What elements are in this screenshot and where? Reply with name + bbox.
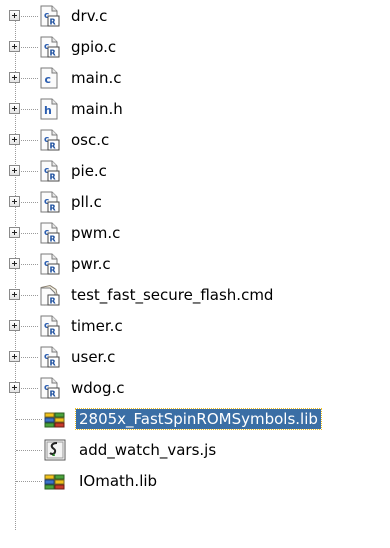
svg-text:R: R [50, 18, 56, 27]
project-file-tree: c R drv.c c R gpio.c c main.c h main.h c R osc.c c R pi… [0, 0, 390, 548]
tree-item[interactable]: c R user.c [0, 342, 390, 372]
tree-item-label: IOmath.lib [79, 472, 158, 490]
tree-item-label: 2805x_FastSpinROMSymbols.lib [75, 408, 322, 430]
source-file-icon: cR [38, 5, 60, 27]
svg-text:R: R [50, 328, 56, 337]
tree-connector [16, 481, 42, 482]
tree-item[interactable]: IOmath.lib [0, 466, 390, 496]
tree-item-label: add_watch_vars.js [79, 441, 217, 459]
svg-text:R: R [50, 390, 56, 399]
tree-item-label: main.c [71, 69, 122, 87]
tree-item[interactable]: c R pll.c [0, 187, 390, 217]
svg-text:R: R [50, 359, 56, 368]
expand-plus-icon[interactable] [9, 351, 20, 362]
tree-item[interactable]: c R pie.c [0, 156, 390, 186]
svg-text:R: R [50, 49, 56, 58]
svg-text:R: R [50, 266, 56, 275]
svg-text:R: R [50, 173, 56, 182]
tree-item[interactable]: c R pwm.c [0, 218, 390, 248]
expand-plus-icon[interactable] [9, 382, 20, 393]
tree-item[interactable]: Rtest_fast_secure_flash.cmd [0, 280, 390, 310]
tree-item-label: pwm.c [71, 224, 121, 242]
svg-text:R: R [50, 297, 56, 306]
tree-item-label: gpio.c [71, 38, 117, 56]
source-file-icon: cR [38, 222, 60, 244]
linker-cmd-file-icon: R [38, 284, 60, 306]
expand-plus-icon[interactable] [9, 103, 20, 114]
expand-plus-icon[interactable] [9, 289, 20, 300]
tree-item-label: main.h [71, 100, 123, 118]
source-file-icon: cR [38, 346, 60, 368]
tree-item-label: osc.c [71, 131, 110, 149]
svg-text:R: R [50, 204, 56, 213]
expand-plus-icon[interactable] [9, 320, 20, 331]
svg-text:h: h [44, 104, 52, 117]
source-file-icon: cR [38, 315, 60, 337]
expand-plus-icon[interactable] [9, 196, 20, 207]
tree-item[interactable]: c R gpio.c [0, 32, 390, 62]
tree-item-label: pie.c [71, 162, 107, 180]
tree-connector [16, 419, 42, 420]
tree-item-label: drv.c [71, 7, 108, 25]
tree-item[interactable]: c main.c [0, 63, 390, 93]
expand-plus-icon[interactable] [9, 134, 20, 145]
tree-item[interactable]: c R drv.c [0, 1, 390, 31]
tree-connector [16, 450, 42, 451]
source-file-icon: cR [38, 377, 60, 399]
script-file-icon [44, 439, 66, 461]
svg-text:R: R [50, 142, 56, 151]
tree-item[interactable]: c R wdog.c [0, 373, 390, 403]
tree-item[interactable]: c R timer.c [0, 311, 390, 341]
expand-plus-icon[interactable] [9, 165, 20, 176]
svg-text:c: c [45, 73, 52, 86]
expand-plus-icon[interactable] [9, 227, 20, 238]
svg-text:R: R [50, 235, 56, 244]
tree-item[interactable]: add_watch_vars.js [0, 435, 390, 465]
c-file-icon: c [38, 67, 60, 89]
tree-item-label: wdog.c [71, 379, 125, 397]
tree-item[interactable]: h main.h [0, 94, 390, 124]
source-file-icon: cR [38, 36, 60, 58]
tree-item-label: pwr.c [71, 255, 111, 273]
expand-plus-icon[interactable] [9, 258, 20, 269]
source-file-icon: cR [38, 191, 60, 213]
tree-item-label: test_fast_secure_flash.cmd [71, 286, 274, 304]
expand-plus-icon[interactable] [9, 41, 20, 52]
library-file-icon [44, 470, 66, 492]
tree-item-label: user.c [71, 348, 116, 366]
tree-item[interactable]: 2805x_FastSpinROMSymbols.lib [0, 404, 390, 434]
library-file-icon [44, 408, 66, 430]
tree-item[interactable]: c R pwr.c [0, 249, 390, 279]
source-file-icon: cR [38, 160, 60, 182]
expand-plus-icon[interactable] [9, 10, 20, 21]
tree-item-label: timer.c [71, 317, 123, 335]
source-file-icon: cR [38, 129, 60, 151]
tree-item[interactable]: c R osc.c [0, 125, 390, 155]
expand-plus-icon[interactable] [9, 72, 20, 83]
header-file-icon: h [38, 98, 60, 120]
tree-item-label: pll.c [71, 193, 102, 211]
source-file-icon: cR [38, 253, 60, 275]
